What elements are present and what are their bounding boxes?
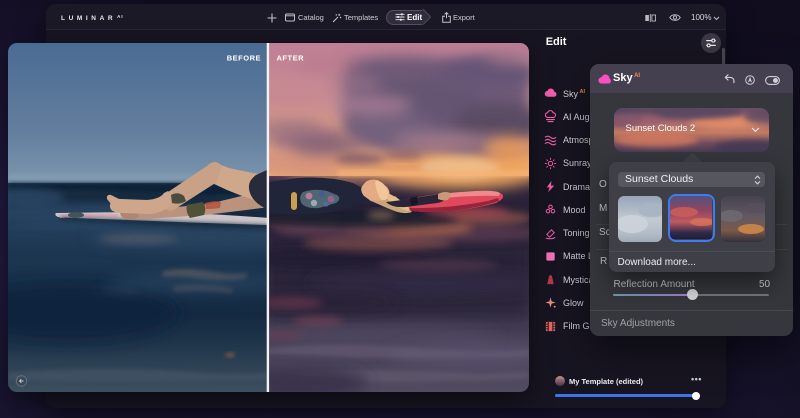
svg-text:BEFORE: BEFORE bbox=[227, 54, 261, 63]
svg-text:AFTER: AFTER bbox=[277, 54, 305, 63]
